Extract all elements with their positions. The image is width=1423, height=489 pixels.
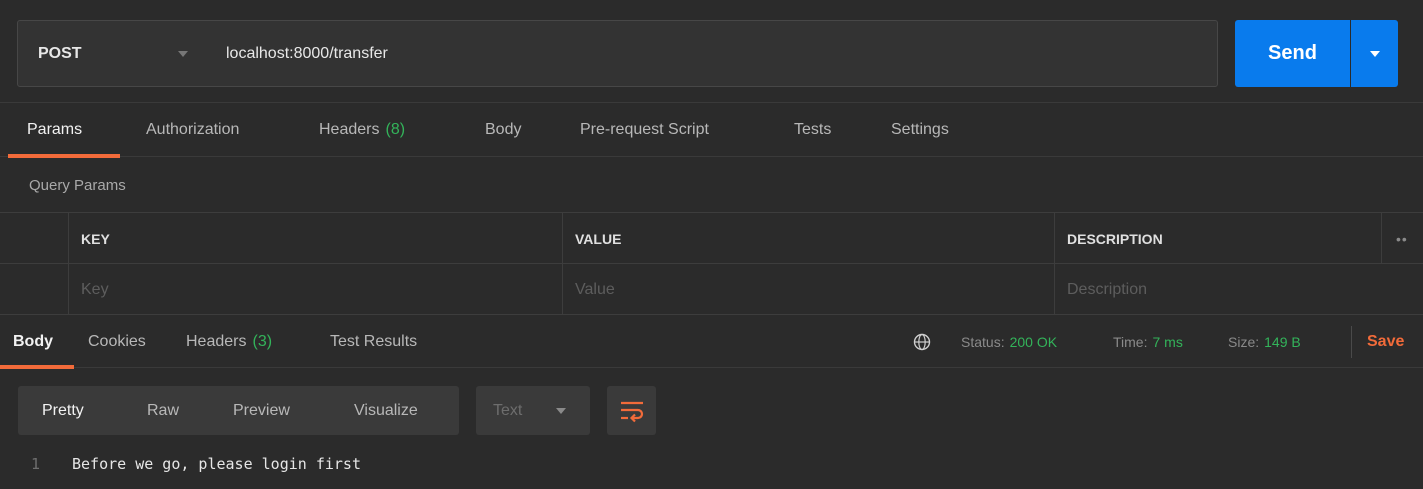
tab-label: Tests bbox=[794, 121, 832, 138]
tab-body[interactable]: Body bbox=[485, 103, 521, 157]
response-headers-count: (3) bbox=[252, 333, 273, 350]
column-header-value: VALUE bbox=[562, 213, 1054, 264]
chevron-down-icon bbox=[178, 51, 188, 57]
response-time: Time: 7 ms bbox=[1113, 316, 1183, 368]
response-tab-test-results[interactable]: Test Results bbox=[330, 316, 417, 368]
response-tab-body[interactable]: Body bbox=[13, 316, 53, 368]
table-row: Key Value Description bbox=[0, 264, 1423, 315]
view-pretty-button[interactable]: Pretty bbox=[42, 386, 84, 435]
time-label: Time: bbox=[1113, 334, 1148, 350]
globe-icon[interactable] bbox=[913, 333, 931, 351]
send-options-button[interactable] bbox=[1351, 20, 1398, 87]
response-status: Status: 200 OK bbox=[961, 316, 1057, 368]
column-header-description: DESCRIPTION bbox=[1054, 213, 1381, 264]
tab-label: Authorization bbox=[146, 121, 240, 138]
status-divider bbox=[1351, 326, 1352, 358]
request-tabs: Params Authorization Headers (8) Body Pr… bbox=[0, 103, 1423, 158]
size-value: 149 B bbox=[1264, 334, 1301, 350]
size-label: Size: bbox=[1228, 334, 1260, 350]
tab-label: Cookies bbox=[88, 333, 146, 350]
status-label: Status: bbox=[961, 334, 1005, 350]
column-header-key: KEY bbox=[68, 213, 562, 264]
tab-label: Params bbox=[27, 121, 83, 138]
more-dots-icon[interactable]: •• bbox=[1381, 213, 1408, 264]
tab-label: Test Results bbox=[330, 333, 418, 350]
response-body-line: 1 Before we go, please login first bbox=[0, 447, 1423, 481]
save-response-button[interactable]: Save bbox=[1367, 316, 1404, 368]
method-label: POST bbox=[38, 44, 82, 62]
view-visualize-button[interactable]: Visualize bbox=[354, 386, 418, 435]
format-label: Text bbox=[493, 401, 523, 419]
active-response-tab-indicator bbox=[0, 365, 74, 369]
tab-label: Body bbox=[485, 121, 522, 138]
send-button[interactable]: Send bbox=[1235, 20, 1350, 87]
tab-authorization[interactable]: Authorization bbox=[146, 103, 239, 157]
wrap-lines-icon bbox=[620, 401, 643, 422]
tab-label: Body bbox=[13, 333, 53, 350]
table-header-row: KEY VALUE DESCRIPTION •• bbox=[0, 213, 1423, 264]
response-size: Size: 149 B bbox=[1228, 316, 1301, 368]
tab-label: Headers bbox=[186, 333, 247, 350]
query-params-title: Query Params bbox=[0, 158, 1423, 212]
status-value: 200 OK bbox=[1009, 334, 1058, 350]
description-input[interactable]: Description bbox=[1054, 264, 1423, 315]
view-preview-button[interactable]: Preview bbox=[233, 386, 290, 435]
view-mode-group: Pretty Raw Preview Visualize bbox=[18, 386, 459, 435]
tab-tests[interactable]: Tests bbox=[794, 103, 831, 157]
tab-label: Headers bbox=[319, 121, 380, 138]
tab-label: Settings bbox=[891, 121, 949, 138]
value-input[interactable]: Value bbox=[562, 264, 1054, 315]
url-input[interactable]: localhost:8000/transfer bbox=[226, 21, 1206, 86]
response-tab-headers[interactable]: Headers (3) bbox=[186, 316, 272, 368]
method-select[interactable]: POST bbox=[18, 21, 210, 86]
query-params-table: KEY VALUE DESCRIPTION •• Key Value Descr… bbox=[0, 212, 1423, 316]
line-text: Before we go, please login first bbox=[72, 455, 361, 473]
format-select[interactable]: Text bbox=[476, 386, 590, 435]
request-bar: POST localhost:8000/transfer Send bbox=[0, 0, 1423, 103]
key-input[interactable]: Key bbox=[68, 264, 562, 315]
tab-headers[interactable]: Headers (8) bbox=[319, 103, 405, 157]
time-value: 7 ms bbox=[1152, 334, 1183, 350]
chevron-down-icon bbox=[1369, 50, 1380, 57]
tab-pre-request-script[interactable]: Pre-request Script bbox=[580, 103, 709, 157]
headers-count: (8) bbox=[385, 121, 406, 138]
tab-settings[interactable]: Settings bbox=[891, 103, 949, 157]
view-raw-button[interactable]: Raw bbox=[147, 386, 179, 435]
line-number: 1 bbox=[30, 455, 40, 473]
tab-params[interactable]: Params bbox=[27, 103, 82, 157]
url-box: POST localhost:8000/transfer bbox=[17, 20, 1218, 87]
tab-label: Pre-request Script bbox=[580, 121, 709, 138]
response-tab-cookies[interactable]: Cookies bbox=[88, 316, 146, 368]
response-tabs: Body Cookies Headers (3) Test Results St… bbox=[0, 316, 1423, 369]
chevron-down-icon bbox=[556, 408, 566, 414]
wrap-lines-button[interactable] bbox=[607, 386, 656, 435]
